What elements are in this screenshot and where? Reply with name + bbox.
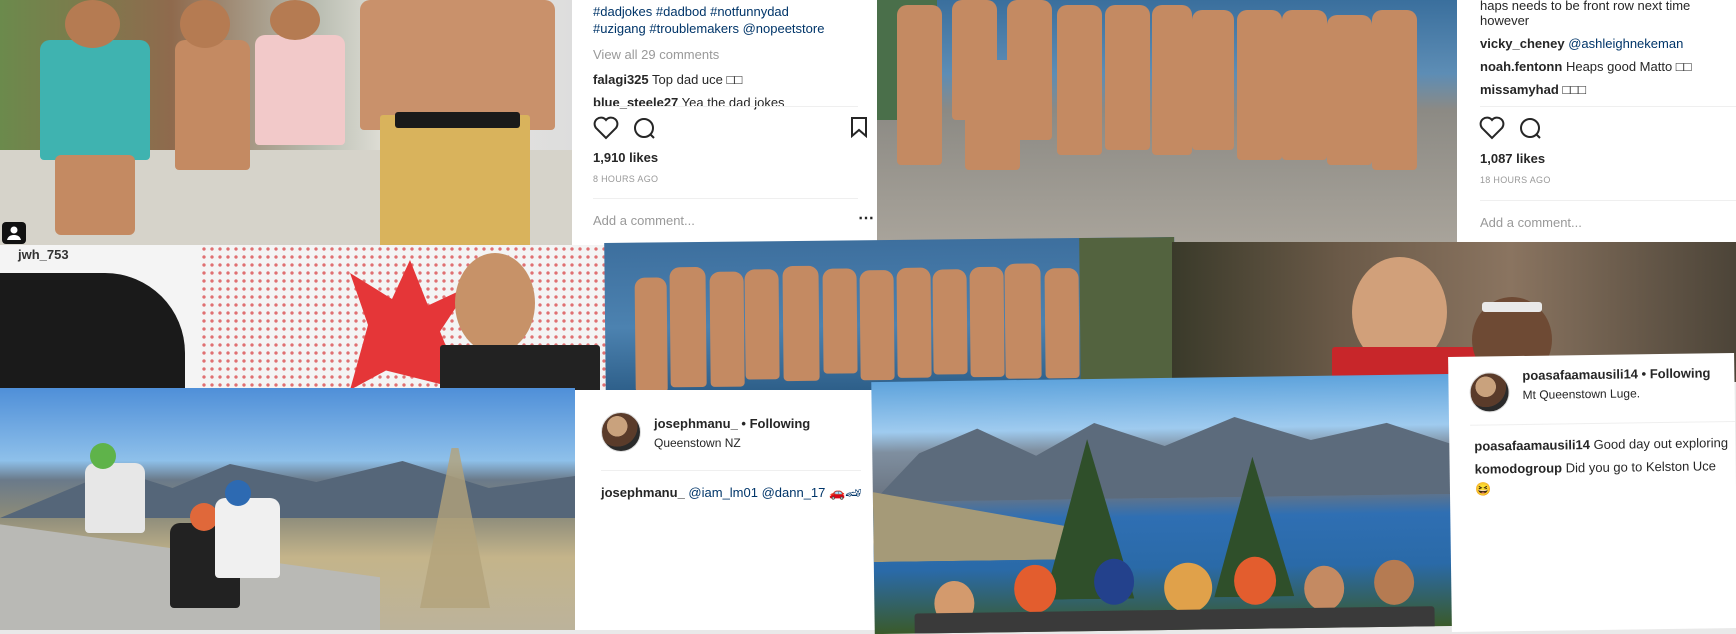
add-comment-input[interactable]: Add a comment... bbox=[1480, 215, 1582, 230]
comment-1: falagi325 Top dad uce □□ bbox=[593, 72, 742, 87]
comment-2: noah.fentonn Heaps good Matto □□ bbox=[1480, 59, 1692, 74]
post-hashtags-line1[interactable]: #dadjokes #dadbod #notfunnydad bbox=[593, 4, 789, 19]
comment-text: Did you go to Kelston Uce bbox=[1565, 458, 1717, 476]
location-link[interactable]: Mt Queenstown Luge. bbox=[1523, 386, 1641, 402]
username-link[interactable]: josephmanu_ bbox=[654, 416, 738, 431]
comment-user[interactable]: noah.fentonn bbox=[1480, 59, 1562, 74]
avatar[interactable] bbox=[1469, 372, 1510, 413]
luge-photo bbox=[0, 388, 575, 630]
instagram-post-panel-4: poasafaamausili14 • Following Mt Queenst… bbox=[1448, 353, 1736, 632]
comment-text: Heaps good Matto □□ bbox=[1565, 59, 1692, 74]
comment-1: poasafaamausili14 Good day out exploring bbox=[1474, 435, 1728, 454]
username-link[interactable]: poasafaamausili14 bbox=[1522, 366, 1638, 383]
bookmark-icon[interactable] bbox=[850, 116, 868, 138]
likes-count[interactable]: 1,910 likes bbox=[593, 150, 658, 165]
post-hashtags-line2[interactable]: #uzigang #troublemakers @nopeetstore bbox=[593, 21, 824, 36]
person-tag-icon[interactable] bbox=[2, 222, 26, 244]
comment-user[interactable]: missamyhad bbox=[1480, 82, 1559, 97]
banner-username: jwh_753 bbox=[18, 247, 69, 262]
post-caption-line2: however bbox=[1480, 13, 1530, 28]
post-header: poasafaamausili14 • Following bbox=[1522, 365, 1710, 383]
likes-count[interactable]: 1,087 likes bbox=[1480, 151, 1545, 166]
following-label[interactable]: • Following bbox=[741, 416, 810, 431]
beach-team-photo bbox=[877, 0, 1457, 245]
comment-user[interactable]: blue_steele27 bbox=[593, 95, 678, 110]
heart-icon[interactable] bbox=[593, 116, 619, 140]
view-all-comments-link[interactable]: View all 29 comments bbox=[593, 47, 719, 62]
post-header: josephmanu_ • Following bbox=[654, 416, 810, 431]
instagram-post-panel-3: josephmanu_ • Following Queenstown NZ jo… bbox=[575, 390, 875, 630]
location-link[interactable]: Queenstown NZ bbox=[654, 436, 741, 450]
add-comment-input[interactable]: Add a comment... bbox=[593, 213, 695, 228]
instagram-post-panel-1: #dadjokes #dadbod #notfunnydad #uzigang … bbox=[572, 0, 877, 245]
instagram-post-panel-2: haps needs to be front row next time how… bbox=[1457, 0, 1736, 245]
comment-icon[interactable] bbox=[632, 116, 658, 142]
comment-emoji: 😆 bbox=[1474, 481, 1492, 497]
post-caption-line1: haps needs to be front row next time bbox=[1480, 0, 1691, 13]
comment-2: blue_steele27 Yea the dad jokes bbox=[593, 95, 785, 110]
following-label[interactable]: • Following bbox=[1641, 365, 1710, 381]
more-icon[interactable]: ⋯ bbox=[858, 208, 874, 228]
comment-user[interactable]: falagi325 bbox=[593, 72, 649, 87]
comment-text[interactable]: @ashleighnekeman bbox=[1568, 36, 1683, 51]
comment-1: josephmanu_ @iam_lm01 @dann_17 🚗🏎 bbox=[601, 485, 862, 501]
comment-text: Yea the dad jokes bbox=[681, 95, 785, 110]
comment-text: Good day out exploring bbox=[1593, 435, 1729, 452]
comment-text: Top dad uce □□ bbox=[652, 72, 743, 87]
comment-user[interactable]: josephmanu_ bbox=[601, 485, 685, 500]
comment-user[interactable]: vicky_cheney bbox=[1480, 36, 1565, 51]
comment-user[interactable]: komodogroup bbox=[1475, 460, 1563, 476]
comment-3: missamyhad □□□ bbox=[1480, 82, 1586, 97]
comment-2: komodogroup Did you go to Kelston Uce bbox=[1475, 458, 1717, 476]
heart-icon[interactable] bbox=[1479, 116, 1505, 140]
avatar[interactable] bbox=[601, 412, 641, 452]
comment-icon[interactable] bbox=[1518, 116, 1544, 142]
comment-text[interactable]: @iam_lm01 @dann_17 🚗🏎 bbox=[688, 485, 861, 500]
comment-1: vicky_cheney @ashleighnekeman bbox=[1480, 36, 1683, 51]
comment-user[interactable]: poasafaamausili14 bbox=[1474, 437, 1590, 454]
halftone-portrait-banner: jwh_753 bbox=[0, 245, 620, 390]
post-time: 18 HOURS AGO bbox=[1480, 175, 1551, 185]
post-time: 8 HOURS AGO bbox=[593, 174, 659, 184]
family-photo bbox=[0, 0, 572, 250]
comment-text: □□□ bbox=[1562, 82, 1586, 97]
lake-team-photo bbox=[604, 237, 1176, 398]
mountain-group-photo bbox=[871, 373, 1460, 634]
